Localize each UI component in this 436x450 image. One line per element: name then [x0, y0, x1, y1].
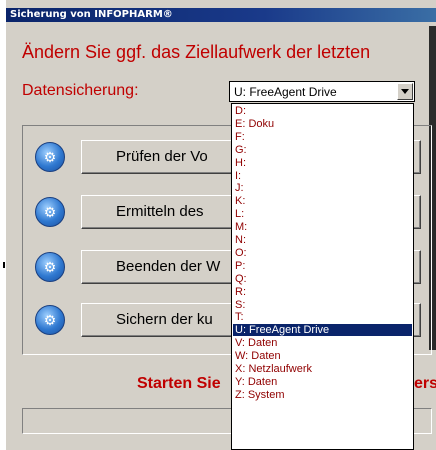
- drive-option[interactable]: G:: [233, 144, 412, 156]
- drive-option[interactable]: W: Daten: [233, 350, 412, 362]
- instruction-headline: Ändern Sie ggf. das Ziellaufwerk der let…: [22, 42, 371, 62]
- drive-option[interactable]: X: Netzlaufwerk: [233, 363, 412, 375]
- gear-icon: ⚙: [35, 197, 65, 227]
- drive-option[interactable]: P:: [233, 260, 412, 272]
- backup-drive-label: Datensicherung:: [22, 82, 139, 99]
- drive-option[interactable]: M:: [233, 221, 412, 233]
- step-label: Prüfen der Vo: [116, 148, 208, 165]
- drive-option[interactable]: R:: [233, 286, 412, 298]
- title-bar[interactable]: Sicherung von INFOPHARM®: [6, 8, 436, 22]
- drive-option[interactable]: V: Daten: [233, 337, 412, 349]
- drive-option[interactable]: N:: [233, 234, 412, 246]
- gear-icon: ⚙: [35, 142, 65, 172]
- drive-option[interactable]: I:: [233, 170, 412, 182]
- drive-option[interactable]: U: FreeAgent Drive: [233, 324, 412, 337]
- step-label: Sichern der ku: [116, 311, 213, 328]
- drive-option[interactable]: J:: [233, 182, 412, 194]
- drive-option[interactable]: O:: [233, 247, 412, 259]
- drive-option[interactable]: Q:: [233, 273, 412, 285]
- step-label: Ermitteln des: [116, 203, 204, 220]
- drive-option[interactable]: L:: [233, 208, 412, 220]
- drive-option[interactable]: S:: [233, 299, 412, 311]
- start-instruction-tail: ers: [414, 375, 436, 392]
- step-label: Beenden der W: [116, 258, 221, 275]
- background-marker: [3, 262, 5, 268]
- chevron-down-icon: [401, 89, 409, 94]
- drive-option[interactable]: T:: [233, 311, 412, 323]
- drive-option[interactable]: F:: [233, 131, 412, 143]
- selected-drive-value: U: FreeAgent Drive: [234, 85, 337, 99]
- drive-option[interactable]: D:: [233, 105, 412, 117]
- dropdown-button[interactable]: [397, 83, 413, 100]
- gear-icon: ⚙: [35, 305, 65, 335]
- drive-option[interactable]: H:: [233, 157, 412, 169]
- drive-dropdown-list[interactable]: D: E: Doku F: G: H: I: J: K: L: M: N: O: P: Q: R: S: T: U…: [231, 103, 414, 450]
- drive-option[interactable]: E: Doku: [233, 118, 412, 130]
- drive-option[interactable]: Y: Daten: [233, 376, 412, 388]
- drive-option[interactable]: Z: System: [233, 389, 412, 401]
- backup-drive-select[interactable]: U: FreeAgent Drive: [229, 81, 415, 102]
- drive-option[interactable]: K:: [233, 195, 412, 207]
- start-instruction: Starten Sie: [137, 375, 221, 392]
- gear-icon: ⚙: [35, 252, 65, 282]
- window-title: Sicherung von INFOPHARM®: [10, 9, 173, 20]
